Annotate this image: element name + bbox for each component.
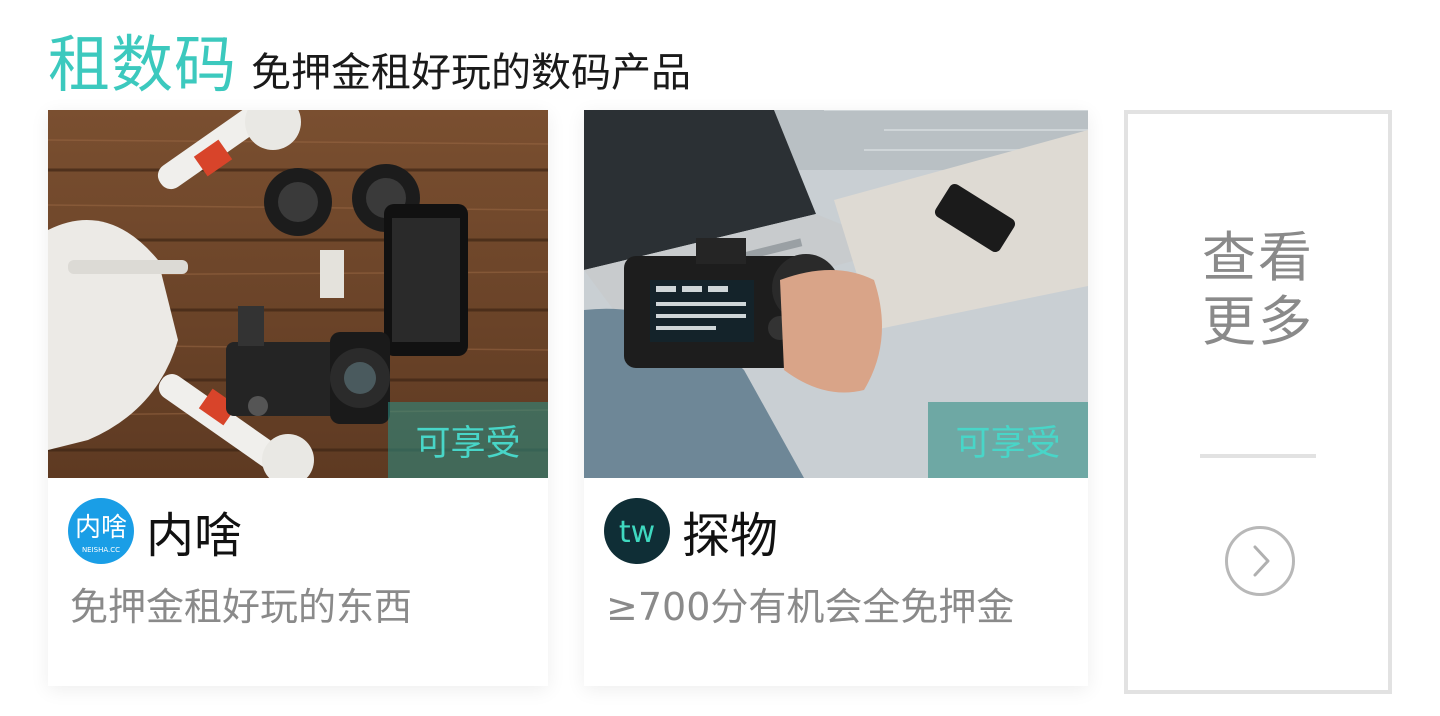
product-card-tanwu[interactable]: 可享受 tw 探物 ≥700分有机会全免押金 [584, 110, 1088, 686]
section-header: 租数码 免押金租好玩的数码产品 [48, 14, 691, 101]
tanwu-logo-icon: tw [604, 498, 670, 564]
svg-text:tw: tw [619, 515, 655, 550]
card-photo-drone-camera: 可享受 [48, 110, 548, 478]
see-more-line2: 更多 [1202, 290, 1314, 353]
chevron-right-circle-icon[interactable] [1225, 526, 1295, 596]
section-title: 租数码 [48, 28, 238, 101]
brand-row: tw 探物 [604, 496, 778, 566]
svg-text:内啥: 内啥 [75, 513, 127, 543]
card-description: ≥700分有机会全免押金 [606, 585, 1015, 629]
divider [1200, 454, 1316, 458]
card-photo-camera-laptop: 可享受 [584, 110, 1088, 478]
brand-name: 探物 [682, 508, 779, 564]
svg-text:NEISHA.CC: NEISHA.CC [82, 546, 120, 554]
brand-row: 内啥 NEISHA.CC 内啥 [68, 496, 242, 566]
benefit-badge: 可享受 [388, 402, 548, 478]
neisha-logo-icon: 内啥 NEISHA.CC [68, 498, 134, 564]
see-more-card[interactable]: 查看 更多 [1124, 110, 1392, 694]
see-more-line1: 查看 [1202, 226, 1314, 289]
brand-name: 内啥 [146, 508, 243, 564]
product-card-neisha[interactable]: 可享受 内啥 NEISHA.CC 内啥 免押金租好玩的东西 [48, 110, 548, 686]
benefit-badge: 可享受 [928, 402, 1088, 478]
section-subtitle: 免押金租好玩的数码产品 [251, 50, 692, 96]
card-description: 免押金租好玩的东西 [70, 585, 413, 629]
see-more-label: 查看 更多 [1128, 226, 1388, 354]
